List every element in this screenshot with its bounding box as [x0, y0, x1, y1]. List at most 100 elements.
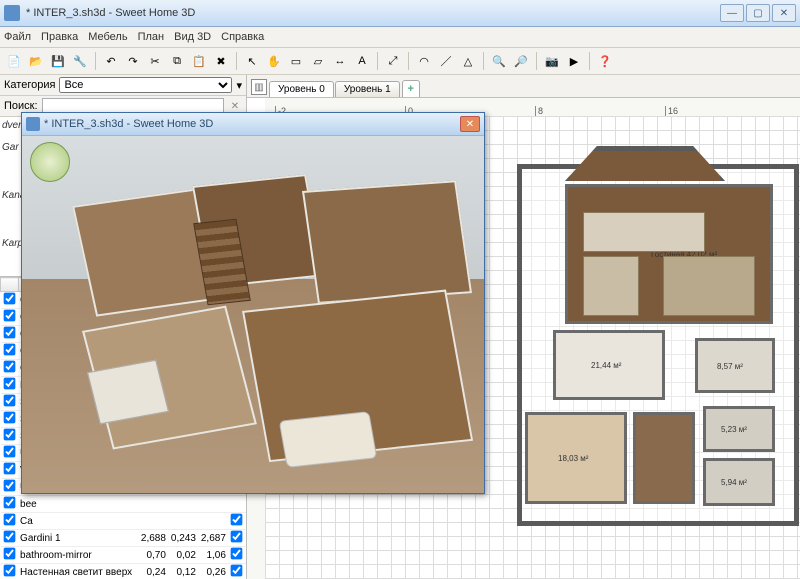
zoomin-icon[interactable]: 🔍 — [489, 51, 509, 71]
menu-Вид 3D[interactable]: Вид 3D — [174, 31, 211, 43]
room-icon[interactable]: ▱ — [308, 51, 328, 71]
row-vis-checkbox[interactable] — [3, 310, 15, 322]
new-icon[interactable]: 📄 — [4, 51, 24, 71]
row-vis-checkbox[interactable] — [3, 480, 15, 492]
row-vis-checkbox[interactable] — [3, 361, 15, 373]
row-name: Настенная светит вверх — [18, 564, 138, 579]
category-select[interactable]: Все — [59, 77, 232, 93]
room-area-label: 21,44 м² — [591, 361, 621, 370]
floorplan-room[interactable] — [633, 412, 695, 504]
3d-close-button[interactable]: ✕ — [460, 116, 480, 132]
row-vis-checkbox[interactable] — [3, 429, 15, 441]
level-tabs: ▥ Уровень 0 Уровень 1 + — [247, 75, 800, 98]
save-icon[interactable]: 💾 — [48, 51, 68, 71]
row-checkbox[interactable] — [231, 565, 243, 577]
row-vis-checkbox[interactable] — [3, 531, 15, 543]
app-icon — [26, 117, 40, 131]
row-vis-checkbox[interactable] — [3, 344, 15, 356]
prefs-icon[interactable]: 🔧 — [70, 51, 90, 71]
row-vis-checkbox[interactable] — [3, 548, 15, 560]
row-vis-checkbox[interactable] — [3, 446, 15, 458]
menu-Правка[interactable]: Правка — [41, 31, 78, 43]
catalog-group-label[interactable]: Karp — [2, 238, 23, 249]
catalog-toggle-icon[interactable]: ▾ — [236, 79, 242, 92]
zoomout-icon[interactable]: 🔎 — [511, 51, 531, 71]
clear-search-icon[interactable]: ✕ — [228, 99, 242, 113]
table-row[interactable]: Ca — [1, 513, 246, 530]
poly-icon[interactable]: △ — [458, 51, 478, 71]
row-vis-checkbox[interactable] — [3, 327, 15, 339]
window-titlebar: * INTER_3.sh3d - Sweet Home 3D — ▢ ✕ — [0, 0, 800, 27]
preview-icon[interactable]: ▶ — [564, 51, 584, 71]
copy-icon[interactable]: ⧉ — [167, 51, 187, 71]
toolbar: 📄📂💾🔧 ↶↷✂⧉📋✖ ↖✋▭▱↔A ⤢ ◠／△ 🔍🔎 📷▶ ❓ — [0, 48, 800, 75]
menu-Файл[interactable]: Файл — [4, 31, 31, 43]
app-icon — [4, 5, 20, 21]
close-button[interactable]: ✕ — [772, 4, 796, 22]
minimize-button[interactable]: — — [720, 4, 744, 22]
redo-icon[interactable]: ↷ — [123, 51, 143, 71]
table-row[interactable]: Gardini 12,6880,2432,687 — [1, 530, 246, 547]
compass-icon[interactable] — [30, 142, 70, 182]
row-vis-checkbox[interactable] — [3, 514, 15, 526]
camera-icon[interactable]: 📷 — [542, 51, 562, 71]
maximize-button[interactable]: ▢ — [746, 4, 770, 22]
tab-level-1[interactable]: Уровень 1 — [335, 81, 400, 97]
table-row[interactable]: bee — [1, 496, 246, 513]
row-name: Ca — [18, 513, 138, 530]
row-vis-checkbox[interactable] — [3, 497, 15, 509]
row-name: Gardini 1 — [18, 530, 138, 547]
wall-icon[interactable]: ▭ — [286, 51, 306, 71]
open-icon[interactable]: 📂 — [26, 51, 46, 71]
category-label: Категория — [4, 79, 55, 91]
floorplan-furniture[interactable] — [663, 256, 755, 316]
line-icon[interactable]: ／ — [436, 51, 456, 71]
floorplan-bay — [565, 146, 725, 181]
room-area-label: 8,57 м² — [717, 362, 743, 371]
room-area-label: 5,94 м² — [721, 478, 747, 487]
row-checkbox[interactable] — [231, 514, 243, 526]
floorplan-furniture[interactable] — [583, 256, 639, 316]
sel-icon[interactable]: ↖ — [242, 51, 262, 71]
ruler-mark: 8 — [535, 106, 543, 116]
3d-window-title: * INTER_3.sh3d - Sweet Home 3D — [44, 118, 460, 130]
room-area-label: 18,03 м² — [558, 454, 588, 463]
3d-preview-window[interactable]: * INTER_3.sh3d - Sweet Home 3D ✕ — [21, 112, 485, 494]
row-vis-checkbox[interactable] — [3, 293, 15, 305]
menu-Справка[interactable]: Справка — [221, 31, 264, 43]
row-checkbox[interactable] — [231, 531, 243, 543]
text-icon[interactable]: A — [352, 51, 372, 71]
table-row[interactable]: bathroom-mirror0,700,021,06 — [1, 547, 246, 564]
paste-icon[interactable]: 📋 — [189, 51, 209, 71]
delete-icon[interactable]: ✖ — [211, 51, 231, 71]
3d-viewport[interactable] — [22, 136, 484, 493]
search-label: Поиск: — [4, 100, 38, 112]
window-title: * INTER_3.sh3d - Sweet Home 3D — [26, 7, 720, 19]
floorplan-furniture[interactable] — [583, 212, 705, 252]
row-checkbox[interactable] — [231, 548, 243, 560]
menu-План[interactable]: План — [138, 31, 165, 43]
fit-icon[interactable]: ⤢ — [383, 51, 403, 71]
cut-icon[interactable]: ✂ — [145, 51, 165, 71]
row-vis-checkbox[interactable] — [3, 395, 15, 407]
arc-icon[interactable]: ◠ — [414, 51, 434, 71]
catalog-group-label[interactable]: Gar — [2, 142, 19, 153]
row-vis-checkbox[interactable] — [3, 463, 15, 475]
undo-icon[interactable]: ↶ — [101, 51, 121, 71]
row-vis-checkbox[interactable] — [3, 565, 15, 577]
tab-level-0[interactable]: Уровень 0 — [269, 81, 334, 97]
dim-icon[interactable]: ↔ — [330, 51, 350, 71]
help-icon[interactable]: ❓ — [595, 51, 615, 71]
3d-window-titlebar[interactable]: * INTER_3.sh3d - Sweet Home 3D ✕ — [22, 113, 484, 136]
menu-Мебель[interactable]: Мебель — [88, 31, 127, 43]
table-row[interactable]: Настенная светит вверх0,240,120,26 — [1, 564, 246, 579]
pan-icon[interactable]: ✋ — [264, 51, 284, 71]
add-level-button[interactable]: + — [402, 80, 420, 97]
menubar: Файл Правка Мебель План Вид 3D Справка — [0, 27, 800, 48]
row-name: bathroom-mirror — [18, 547, 138, 564]
level-lock-icon[interactable]: ▥ — [251, 79, 267, 95]
row-vis-checkbox[interactable] — [3, 412, 15, 424]
room-area-label: 5,23 м² — [721, 425, 747, 434]
row-vis-checkbox[interactable] — [3, 378, 15, 390]
furniture-col-header[interactable] — [1, 278, 19, 292]
